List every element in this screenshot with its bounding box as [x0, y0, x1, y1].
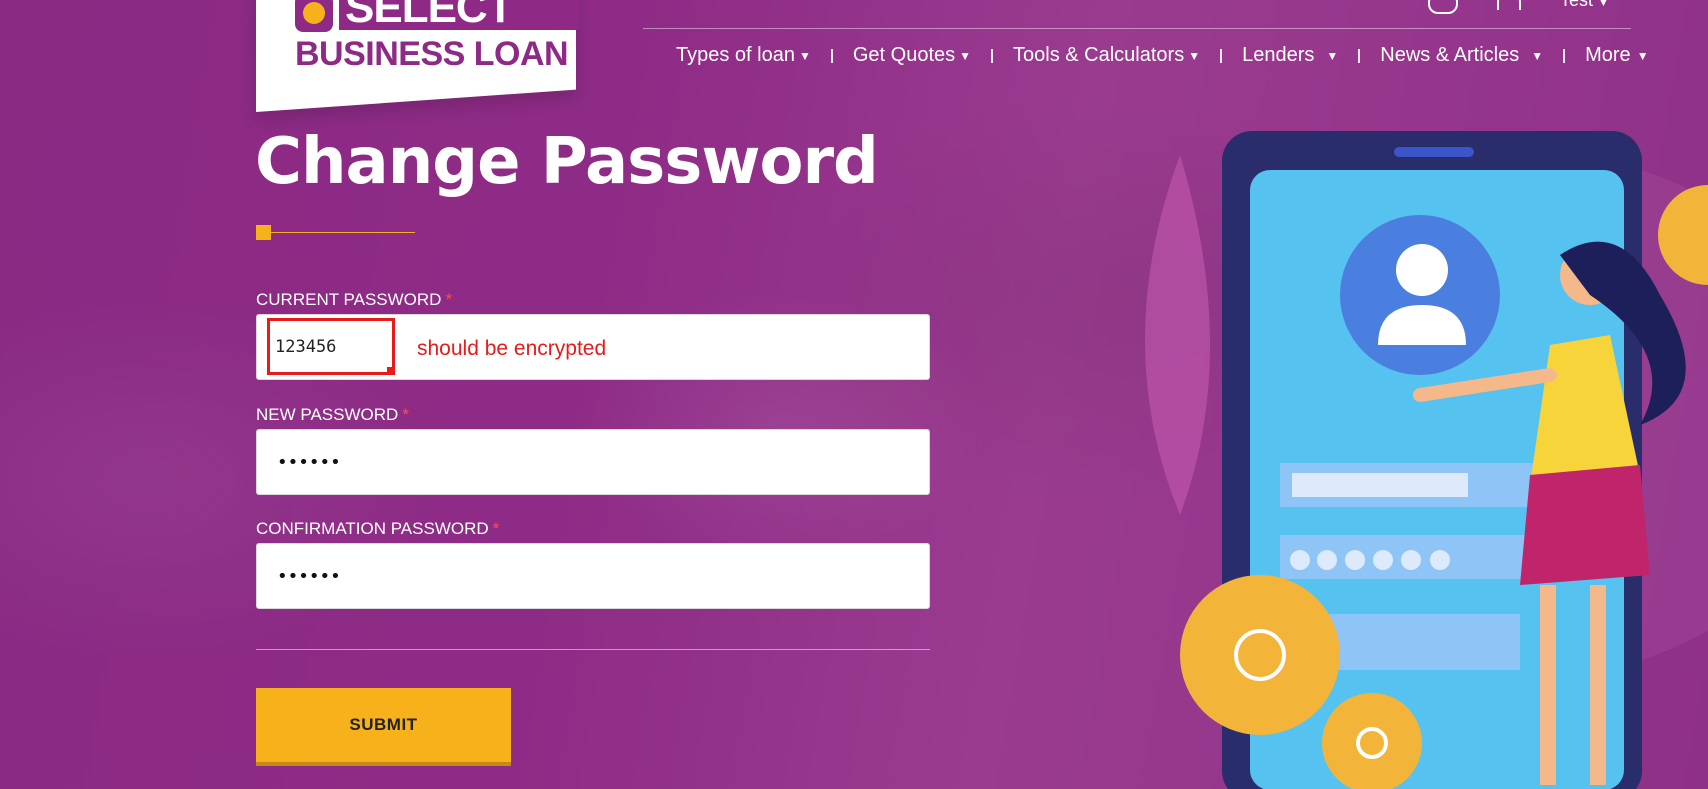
woman-leg	[1590, 585, 1606, 785]
nav-more[interactable]: More ▼	[1585, 44, 1648, 67]
header-divider	[643, 28, 1631, 29]
nav-separator	[830, 48, 833, 63]
new-password-value: ••••••	[277, 452, 341, 473]
nav-separator	[1358, 48, 1361, 63]
submit-button[interactable]: SUBMIT	[256, 688, 511, 766]
nav-tools-calculators[interactable]: Tools & Calculators ▼	[1013, 44, 1200, 67]
nav-separator	[1220, 48, 1223, 63]
bell-icon[interactable]	[1497, 0, 1521, 10]
nav-label: Get Quotes	[852, 44, 956, 66]
confirm-password-field[interactable]: ••••••	[256, 543, 930, 609]
logo-text-bottom: BUSINESS LOAN	[295, 35, 569, 73]
label-text: NEW PASSWORD	[256, 405, 399, 424]
chevron-down-icon: ▼	[1326, 48, 1339, 63]
nav-types-of-loan[interactable]: Types of loan ▼	[676, 44, 811, 67]
woman-skirt	[1520, 465, 1650, 585]
confirm-password-label: CONFIRMATION PASSWORD *	[256, 519, 499, 539]
nav-label: News & Articles	[1380, 44, 1520, 66]
logo-mark-icon	[295, 0, 333, 32]
user-menu[interactable]: Test ▼	[1560, 0, 1609, 11]
current-password-value: 123456	[275, 337, 337, 357]
chevron-down-icon: ▼	[798, 48, 811, 63]
chevron-down-icon: ▼	[1636, 48, 1649, 63]
nav-lenders[interactable]: Lenders ▼	[1242, 44, 1338, 67]
nav-label: More	[1585, 44, 1631, 66]
user-name: Test	[1560, 0, 1594, 10]
label-text: CONFIRMATION PASSWORD	[256, 519, 489, 538]
current-password-label: CURRENT PASSWORD *	[256, 290, 452, 310]
nav-get-quotes[interactable]: Get Quotes ▼	[853, 44, 971, 67]
chevron-down-icon: ▼	[959, 48, 972, 63]
chevron-down-icon: ▼	[1188, 48, 1201, 63]
page-title: Change Password	[255, 125, 879, 199]
form-divider	[256, 649, 930, 650]
label-text: CURRENT PASSWORD	[256, 290, 442, 309]
nav-label: Types of loan	[676, 44, 795, 66]
nav-separator	[991, 48, 994, 63]
input-placeholder-inner	[1292, 473, 1468, 497]
nav-news-articles[interactable]: News & Articles ▼	[1380, 44, 1543, 67]
gear-small-icon	[1322, 693, 1422, 789]
required-mark: *	[492, 519, 500, 538]
woman-leg	[1540, 585, 1556, 785]
chat-icon[interactable]	[1428, 0, 1458, 14]
leaf-shape	[1145, 155, 1210, 515]
nav-label: Tools & Calculators	[1013, 44, 1185, 66]
gear-icon	[1180, 575, 1340, 735]
required-mark: *	[445, 290, 453, 309]
main-nav: Types of loan ▼ Get Quotes ▼ Tools & Calcu…	[676, 44, 1649, 67]
chevron-down-icon: ▼	[1598, 0, 1609, 9]
required-mark: *	[402, 405, 409, 424]
annotation-note: should be encrypted	[417, 337, 607, 360]
confirm-password-value: ••••••	[277, 566, 341, 587]
title-accent-square	[256, 225, 271, 240]
nav-separator	[1563, 48, 1566, 63]
chevron-down-icon: ▼	[1531, 48, 1544, 63]
new-password-label: NEW PASSWORD *	[256, 405, 409, 425]
new-password-field[interactable]: ••••••	[256, 429, 930, 495]
nav-label: Lenders	[1242, 44, 1315, 66]
logo-text-top: SELECT	[339, 0, 579, 30]
avatar-head	[1396, 244, 1448, 296]
phone-login-illustration	[1145, 131, 1708, 789]
current-password-field[interactable]: 123456 should be encrypted	[256, 314, 930, 380]
title-accent-line	[271, 232, 415, 233]
phone-speaker	[1394, 147, 1474, 157]
